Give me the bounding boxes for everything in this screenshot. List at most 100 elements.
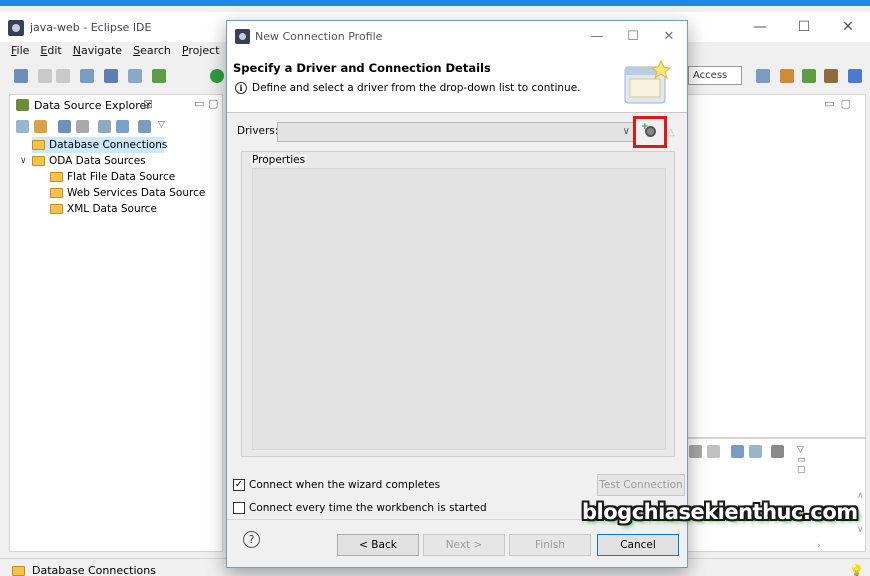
view-minimize-icon[interactable]: ▭ — [194, 97, 204, 110]
tree-item-database-connections[interactable]: Database Connections — [32, 137, 167, 153]
driver-gear-icon — [645, 126, 656, 137]
quick-access-input[interactable]: Access — [688, 66, 742, 85]
eclipse-app-icon — [235, 29, 250, 44]
minimize-button[interactable]: — — [738, 12, 782, 42]
folder-icon — [32, 156, 45, 166]
wizard-banner-icon — [624, 59, 672, 104]
collapse-all-icon[interactable] — [16, 120, 29, 133]
new-driver-definition-button[interactable]: + — [633, 116, 667, 148]
database-perspective-icon[interactable] — [824, 69, 838, 83]
new-connection-icon[interactable] — [58, 120, 71, 133]
status-text: Database Connections — [32, 564, 156, 576]
new-icon[interactable] — [14, 69, 28, 83]
dialog-title: New Connection Profile — [255, 30, 383, 43]
save-all-icon[interactable] — [56, 69, 70, 83]
disconnect-icon[interactable] — [76, 120, 89, 133]
new-connection-profile-dialog: New Connection Profile — ☐ ✕ Specify a D… — [226, 20, 688, 568]
run-icon[interactable] — [210, 69, 224, 83]
test-connection-button[interactable]: Test Connection — [597, 474, 685, 496]
help-icon[interactable]: ? — [243, 531, 260, 548]
wizard-header: Specify a Driver and Connection Details … — [227, 51, 687, 113]
blog-watermark: blogchiasekienthuc.com — [582, 500, 858, 524]
folder-icon — [50, 172, 63, 182]
properties-group: Properties — [241, 151, 675, 457]
maximize-button[interactable]: ☐ — [782, 12, 826, 42]
edit-driver-icon[interactable]: △ — [667, 127, 675, 138]
terminal-icon[interactable] — [104, 69, 118, 83]
tree-item-oda-data-sources[interactable]: ∨ ODA Data Sources — [20, 153, 146, 169]
save-icon[interactable] — [38, 69, 52, 83]
dialog-minimize-button[interactable]: — — [579, 21, 615, 51]
properties-label: Properties — [250, 154, 308, 166]
link-editor-icon[interactable] — [34, 120, 47, 133]
data-source-explorer-icon — [16, 99, 29, 111]
pin-icon[interactable] — [771, 445, 784, 458]
wizard-description: Define and select a driver from the drop… — [252, 82, 581, 94]
tree-item-flat-file[interactable]: Flat File Data Source — [50, 169, 175, 185]
view-maximize-icon[interactable]: ▢ — [208, 97, 218, 110]
resource-perspective-icon[interactable] — [848, 69, 862, 83]
data-source-explorer-view: Data Source Explorer ☒ ▭ ▢ ▽ Database Co… — [9, 94, 223, 552]
drivers-dropdown[interactable]: ∨ — [277, 122, 635, 142]
tree-item-label: Web Services Data Source — [67, 187, 206, 199]
wizard-heading: Specify a Driver and Connection Details — [233, 61, 491, 75]
view-tab[interactable]: Data Source Explorer ☒ ▭ ▢ — [10, 95, 222, 115]
properties-panel — [252, 168, 666, 450]
connect-on-complete-checkbox[interactable]: ✓ — [233, 479, 245, 491]
editor-area: ▭▢ — [680, 94, 866, 438]
menu-navigate[interactable]: Navigate — [73, 44, 122, 62]
cancel-button[interactable]: Cancel — [597, 534, 679, 556]
menu-bar: File Edit Navigate Search Project — [0, 44, 220, 62]
chevron-down-icon[interactable]: ∨ — [20, 156, 30, 166]
open-console-icon[interactable] — [731, 445, 744, 458]
connect-every-time-checkbox[interactable] — [233, 502, 245, 514]
skip-breakpoints-icon[interactable] — [128, 69, 142, 83]
menu-search[interactable]: Search — [133, 44, 171, 62]
view-menu-icon[interactable]: ▽ — [158, 120, 171, 133]
debug-icon[interactable] — [152, 69, 166, 83]
filter-icon[interactable] — [138, 120, 151, 133]
scroll-right-icon[interactable]: › — [817, 541, 821, 551]
tree-item-label: XML Data Source — [67, 203, 157, 215]
menu-project[interactable]: Project — [182, 44, 220, 62]
eclipse-app-icon — [8, 20, 24, 36]
menu-file[interactable]: File — [11, 44, 29, 62]
connect-every-time-row[interactable]: Connect every time the workbench is star… — [233, 500, 487, 516]
import-icon[interactable] — [116, 120, 129, 133]
connect-on-complete-label: Connect when the wizard completes — [249, 479, 441, 491]
export-icon[interactable] — [98, 120, 111, 133]
close-button[interactable]: ✕ — [826, 12, 870, 42]
tip-icon[interactable]: 💡 — [849, 564, 864, 576]
remove-all-icon[interactable] — [707, 445, 720, 458]
connect-every-time-label: Connect every time the workbench is star… — [249, 502, 487, 514]
drivers-label: Drivers: — [237, 125, 279, 137]
window-title: java-web - Eclipse IDE — [30, 21, 152, 34]
debug-perspective-icon[interactable] — [802, 69, 816, 83]
folder-icon — [50, 204, 63, 214]
finish-button[interactable]: Finish — [509, 534, 591, 556]
folder-icon — [50, 188, 63, 198]
folder-icon — [32, 140, 45, 150]
chevron-down-icon: ∨ — [622, 126, 630, 137]
dialog-close-button[interactable]: ✕ — [651, 21, 687, 51]
open-icon[interactable] — [80, 69, 94, 83]
copy-icon[interactable] — [749, 445, 762, 458]
open-perspective-icon[interactable] — [756, 69, 770, 83]
view-menu-icon[interactable]: ▽ ▭ ▢ — [797, 445, 810, 475]
back-button[interactable]: < Back — [337, 534, 419, 556]
editor-minmax-icons[interactable]: ▭▢ — [824, 97, 857, 110]
dialog-maximize-button[interactable]: ☐ — [615, 21, 651, 51]
folder-icon — [12, 566, 25, 576]
tree-item-label: ODA Data Sources — [49, 155, 146, 167]
view-tab-label: Data Source Explorer — [34, 99, 151, 112]
next-button[interactable]: Next > — [423, 534, 505, 556]
connect-on-complete-row[interactable]: ✓ Connect when the wizard completes — [233, 477, 440, 493]
menu-edit[interactable]: Edit — [40, 44, 61, 62]
remove-icon[interactable] — [689, 445, 702, 458]
tree-item-xml[interactable]: XML Data Source — [50, 201, 157, 217]
tree-item-web-services[interactable]: Web Services Data Source — [50, 185, 205, 201]
info-icon: i — [235, 82, 247, 94]
tab-close-icon[interactable]: ☒ — [143, 98, 153, 111]
scroll-down-icon[interactable]: ∨ — [857, 525, 864, 535]
java-ee-perspective-icon[interactable] — [780, 69, 794, 83]
